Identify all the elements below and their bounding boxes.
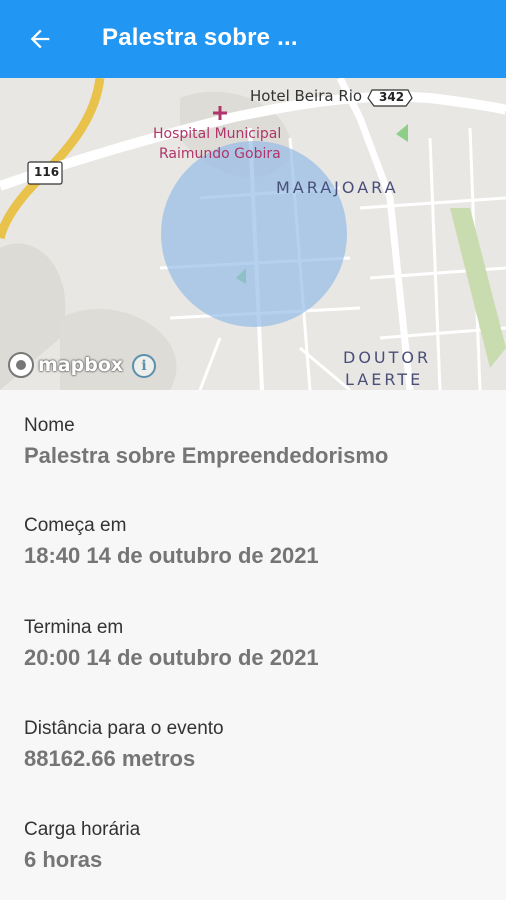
map-label-hospital-line2: Raimundo Gobira	[159, 146, 281, 162]
event-details: Nome Palestra sobre Empreendedorismo Com…	[0, 390, 506, 900]
detail-label: Carga horária	[24, 819, 141, 840]
detail-value: 6 horas	[24, 847, 103, 872]
detail-value: 18:40 14 de outubro de 2021	[24, 543, 319, 568]
detail-value: Palestra sobre Empreendedorismo	[24, 443, 389, 468]
detail-value: 88162.66 metros	[24, 746, 196, 771]
app-bar: Palestra sobre ...	[0, 0, 506, 78]
map-label-marajoara: MARAJOARA	[276, 178, 399, 197]
detail-comeca: Começa em 18:40 14 de outubro de 2021	[24, 514, 319, 570]
detail-label: Começa em	[24, 515, 127, 536]
mapbox-attribution[interactable]: mapbox	[8, 352, 123, 378]
back-arrow-icon[interactable]	[26, 25, 54, 53]
detail-distancia: Distância para o evento 88162.66 metros	[24, 717, 224, 773]
info-icon[interactable]: i	[132, 354, 156, 378]
map-label-road-342: 342	[379, 90, 405, 104]
event-map[interactable]: Hotel Beira Rio 342 116 Hospital Municip…	[0, 78, 506, 390]
page-title: Palestra sobre ...	[102, 24, 298, 51]
detail-label: Nome	[24, 415, 75, 436]
detail-carga: Carga horária 6 horas	[24, 818, 140, 874]
detail-label: Termina em	[24, 617, 124, 638]
mapbox-logo-icon	[8, 352, 34, 378]
map-label-hotel: Hotel Beira Rio	[250, 87, 363, 105]
detail-termina: Termina em 20:00 14 de outubro de 2021	[24, 616, 319, 672]
detail-nome: Nome Palestra sobre Empreendedorismo	[24, 414, 388, 470]
mapbox-text: mapbox	[38, 354, 124, 376]
map-label-road-116: 116	[34, 165, 60, 179]
map-label-hospital-line1: Hospital Municipal	[153, 126, 282, 142]
map-label-doutor: DOUTOR	[343, 348, 432, 367]
detail-value: 20:00 14 de outubro de 2021	[24, 645, 319, 670]
map-label-laerte: LAERTE	[345, 370, 424, 389]
detail-label: Distância para o evento	[24, 718, 224, 739]
